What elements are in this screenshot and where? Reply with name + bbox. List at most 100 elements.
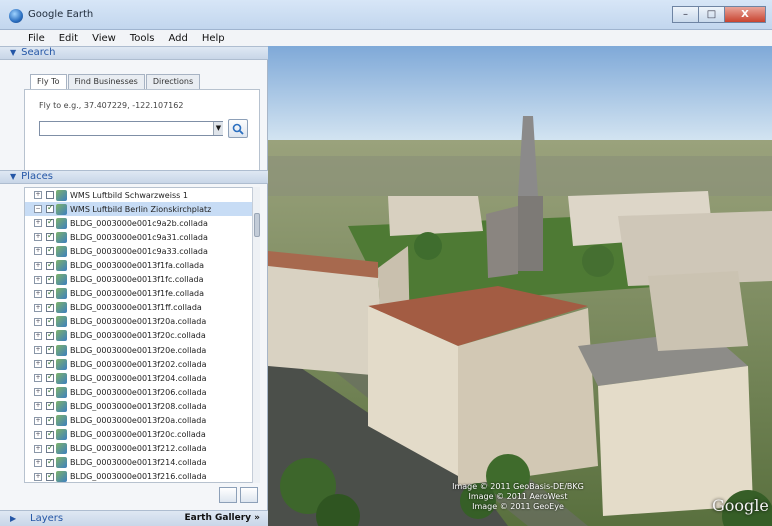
- places-scrollbar[interactable]: [252, 187, 260, 483]
- scrollbar-thumb[interactable]: [254, 213, 260, 237]
- credit-line: Image © 2011 GeoBasis-DE/BKG: [452, 482, 584, 491]
- visibility-checkbox[interactable]: [46, 302, 54, 312]
- visibility-checkbox[interactable]: [46, 372, 54, 383]
- search-input[interactable]: [39, 121, 223, 136]
- visibility-checkbox[interactable]: [46, 429, 54, 439]
- visibility-checkbox[interactable]: [46, 358, 54, 369]
- visibility-checkbox[interactable]: [46, 386, 54, 397]
- visibility-checkbox[interactable]: [46, 245, 54, 256]
- expand-toggle-icon[interactable]: +: [34, 261, 42, 270]
- places-options-button[interactable]: [219, 487, 237, 503]
- visibility-checkbox[interactable]: [46, 274, 54, 284]
- expand-toggle-icon[interactable]: +: [34, 219, 42, 228]
- earth-gallery-link[interactable]: Earth Gallery »: [185, 513, 261, 523]
- expand-toggle-icon[interactable]: +: [34, 472, 42, 481]
- visibility-checkbox[interactable]: [46, 415, 54, 425]
- model-icon: [56, 302, 67, 314]
- place-item[interactable]: + BLDG_0003000e0013f214.collada: [25, 456, 259, 470]
- place-item[interactable]: − WMS Luftbild Berlin Zionskirchplatz: [25, 202, 259, 217]
- places-list[interactable]: + WMS Luftbild Schwarzweiss 1 − WMS Luftbil…: [24, 187, 260, 483]
- menu-tools[interactable]: Tools: [130, 33, 155, 44]
- place-item[interactable]: + BLDG_0003000e0013f1ff.collada: [25, 301, 259, 315]
- place-item[interactable]: + WMS Luftbild Schwarzweiss 1: [25, 188, 259, 202]
- earth-3d-view[interactable]: [268, 46, 772, 526]
- menu-view[interactable]: View: [92, 33, 116, 44]
- place-item-label: BLDG_0003000e0013f20e.collada: [70, 345, 207, 355]
- visibility-checkbox[interactable]: [46, 344, 54, 355]
- visibility-checkbox[interactable]: [46, 330, 54, 340]
- layers-panel-header[interactable]: ▶ Layers Earth Gallery »: [0, 510, 268, 526]
- menu-help[interactable]: Help: [202, 33, 225, 44]
- search-button[interactable]: [228, 119, 248, 138]
- visibility-checkbox[interactable]: [46, 400, 54, 411]
- expand-toggle-icon[interactable]: +: [34, 317, 42, 326]
- expand-toggle-icon[interactable]: +: [34, 191, 42, 200]
- visibility-checkbox[interactable]: [46, 457, 54, 467]
- place-item[interactable]: + BLDG_0003000e0013f20a.collada: [25, 315, 259, 329]
- expand-toggle-icon[interactable]: +: [34, 430, 42, 439]
- place-item-label: WMS Luftbild Schwarzweiss 1: [70, 190, 188, 200]
- expand-toggle-icon[interactable]: +: [34, 444, 42, 453]
- place-item[interactable]: + BLDG_0003000e0013f1fc.collada: [25, 273, 259, 287]
- model-icon: [56, 274, 67, 286]
- close-button[interactable]: X: [724, 6, 766, 23]
- expand-triangle-icon: ▶: [10, 514, 17, 523]
- maximize-button[interactable]: □: [698, 6, 724, 23]
- menu-file[interactable]: File: [28, 33, 45, 44]
- minimize-button[interactable]: –: [672, 6, 698, 23]
- menu-edit[interactable]: Edit: [59, 33, 78, 44]
- expand-toggle-icon[interactable]: +: [34, 233, 42, 242]
- visibility-checkbox[interactable]: [46, 260, 54, 270]
- expand-toggle-icon[interactable]: −: [34, 205, 42, 214]
- search-panel-header[interactable]: ▼ Search: [0, 46, 268, 60]
- expand-toggle-icon[interactable]: +: [34, 458, 42, 467]
- visibility-checkbox[interactable]: [46, 231, 54, 242]
- expand-toggle-icon[interactable]: +: [34, 374, 42, 383]
- expand-toggle-icon[interactable]: +: [34, 402, 42, 411]
- fly-to-hint: Fly to e.g., 37.407229, -122.107162: [39, 101, 184, 110]
- visibility-checkbox[interactable]: [46, 217, 54, 228]
- expand-toggle-icon[interactable]: +: [34, 289, 42, 298]
- expand-toggle-icon[interactable]: +: [34, 303, 42, 312]
- expand-toggle-icon[interactable]: +: [34, 346, 42, 355]
- place-item[interactable]: + BLDG_0003000e001c9a33.collada: [25, 244, 259, 258]
- expand-toggle-icon[interactable]: +: [34, 331, 42, 340]
- visibility-checkbox[interactable]: [46, 191, 54, 200]
- place-item[interactable]: + BLDG_0003000e0013f20a.collada: [25, 414, 259, 428]
- menu-add[interactable]: Add: [168, 33, 187, 44]
- place-item[interactable]: + BLDG_0003000e0013f208.collada: [25, 399, 259, 413]
- visibility-checkbox[interactable]: [46, 443, 54, 453]
- history-dropdown-button[interactable]: ▼: [213, 122, 223, 135]
- place-item[interactable]: + BLDG_0003000e0013f202.collada: [25, 357, 259, 371]
- expand-toggle-icon[interactable]: +: [34, 388, 42, 397]
- place-item[interactable]: + BLDG_0003000e0013f206.collada: [25, 385, 259, 399]
- place-item[interactable]: + BLDG_0003000e001c9a2b.collada: [25, 216, 259, 230]
- place-item[interactable]: + BLDG_0003000e0013f20e.collada: [25, 343, 259, 357]
- tab-find-businesses[interactable]: Find Businesses: [67, 74, 145, 89]
- tab-directions[interactable]: Directions: [145, 74, 201, 89]
- expand-toggle-icon[interactable]: +: [34, 360, 42, 369]
- model-icon: [56, 231, 67, 243]
- expand-toggle-icon[interactable]: +: [34, 275, 42, 284]
- tab-fly-to[interactable]: Fly To: [30, 74, 67, 90]
- expand-toggle-icon[interactable]: +: [34, 416, 42, 425]
- places-header-label: Places: [21, 171, 53, 182]
- place-item-label: BLDG_0003000e0013f1fa.collada: [70, 261, 205, 271]
- visibility-checkbox[interactable]: [46, 288, 54, 298]
- places-folder-button[interactable]: [240, 487, 258, 503]
- place-item[interactable]: + BLDG_0003000e0013f20c.collada: [25, 329, 259, 343]
- place-item[interactable]: + BLDG_0003000e0013f1fe.collada: [25, 287, 259, 301]
- place-item[interactable]: + BLDG_0003000e0013f212.collada: [25, 442, 259, 456]
- place-item-label: BLDG_0003000e0013f20c.collada: [70, 430, 206, 440]
- place-item[interactable]: + BLDG_0003000e0013f1fa.collada: [25, 258, 259, 272]
- places-panel-header[interactable]: ▼ Places: [0, 170, 268, 184]
- visibility-checkbox[interactable]: [46, 203, 54, 214]
- place-item[interactable]: + BLDG_0003000e0013f20c.collada: [25, 428, 259, 442]
- place-item[interactable]: + BLDG_0003000e0013f204.collada: [25, 371, 259, 385]
- place-item[interactable]: + BLDG_0003000e001c9a31.collada: [25, 230, 259, 244]
- expand-toggle-icon[interactable]: +: [34, 247, 42, 256]
- visibility-checkbox[interactable]: [46, 316, 54, 326]
- model-icon: [56, 358, 67, 370]
- place-item[interactable]: + BLDG_0003000e0013f216.collada: [25, 470, 259, 482]
- visibility-checkbox[interactable]: [46, 471, 54, 481]
